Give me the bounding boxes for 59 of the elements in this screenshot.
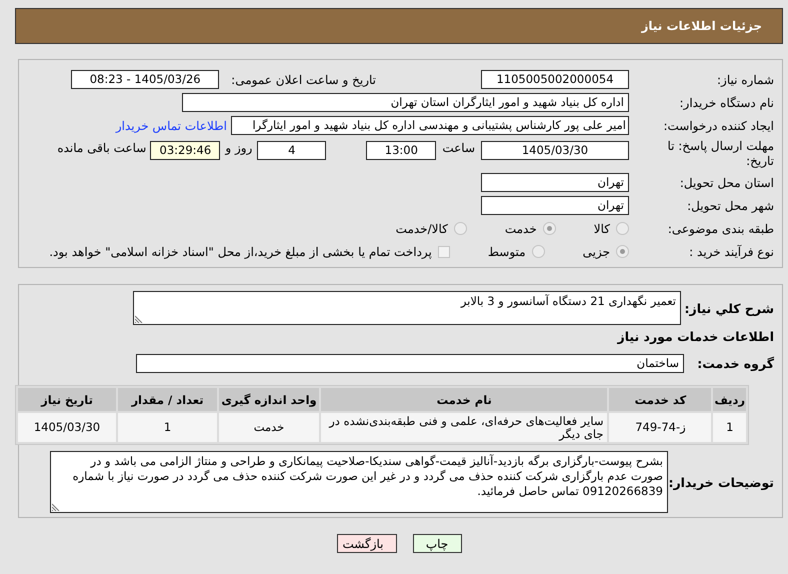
field-label: ساعت باقی مانده	[57, 141, 146, 155]
field-label: تاریخ و ساعت اعلان عمومی:	[231, 72, 376, 86]
resize-grip-icon[interactable]	[135, 315, 143, 323]
days-field: 4	[257, 141, 326, 160]
buyer-notes-textarea[interactable]: بشرح پیوست-بارگزاری برگه بازدید-آنالیز قیمت-گواهی سندیکا-صلاحیت پیمانکاری و طراحی و منتاژ الزامی می باشد و در صورت عدم بارگزاری شرکت کننده حذف می گردد و در غیر این صورت شرکت کننده حذف می گردد در صورت نیاز با شماره 09120266839 تماس حاصل فرمائید.	[50, 451, 668, 513]
description-textarea[interactable]: تعمیر نگهداری 21 دستگاه آسانسور و 3 بالابر	[133, 291, 681, 325]
radio-button[interactable]	[616, 245, 629, 258]
field-label: روز و	[225, 141, 252, 155]
radio-button[interactable]	[616, 222, 629, 235]
field-label: نام دستگاه خریدار:	[678, 96, 774, 110]
field-label: استان محل تحویل:	[678, 176, 774, 190]
buyer-org-field: اداره کل بنیاد شهید و امور ایثارگران استان تهران	[182, 93, 629, 112]
print-button[interactable]: چاپ	[412, 534, 462, 553]
column-header: واحد اندازه گیری	[219, 388, 319, 411]
announce-date-field: 1405/03/26 - 08:23	[71, 70, 220, 89]
table-cell: ز-74-749	[609, 413, 712, 442]
radio-button[interactable]	[542, 222, 556, 235]
service-group-field: ساختمان	[136, 354, 684, 373]
table-cell: 1	[118, 413, 217, 442]
radio-button[interactable]	[532, 245, 545, 258]
radio-label: کالا/خدمت	[396, 222, 448, 236]
column-header: ردیف	[713, 388, 746, 411]
back-button[interactable]: بازگشت	[336, 534, 396, 553]
field-label: شهر محل تحویل:	[686, 198, 774, 212]
field-label: ساعت	[442, 141, 475, 155]
contact-link[interactable]: اطلاعات تماس خریدار	[116, 118, 227, 132]
radio-label: جزیی	[582, 244, 610, 258]
field-label: ایجاد کننده درخواست:	[662, 118, 774, 132]
column-header: تاریخ نیاز	[18, 388, 116, 411]
table-cell: سایر فعالیت‌های حرفه‌ای، علمی و فنی طبقه‌بندی‌نشده در جای دیگر	[321, 413, 608, 442]
table-cell: 1405/03/30	[18, 413, 116, 442]
column-header: نام خدمت	[321, 388, 608, 411]
field-label: طبقه بندی موضوعی:	[666, 222, 774, 236]
section-heading: اطلاعات خدمات مورد نياز	[616, 329, 774, 344]
checkbox[interactable]	[438, 246, 450, 258]
radio-label: کالا	[594, 222, 610, 236]
checkbox-label: پرداخت تمام یا بخشی از مبلغ خرید،از محل "اسناد خزانه اسلامی" خواهد بود.	[49, 244, 432, 258]
column-header: تعداد / مقدار	[118, 388, 217, 411]
page-title: جزئیات اطلاعات نیاز	[641, 19, 762, 33]
column-header: کد خدمت	[609, 388, 712, 411]
field-label: مهلت ارسال پاسخ: تا تاریخ:	[666, 139, 774, 169]
field-label: توضیحات خریدار:	[668, 474, 774, 490]
resize-grip-icon[interactable]	[52, 503, 60, 511]
remaining-time-field: 03:29:46	[150, 141, 220, 160]
need-number-field: 1105005002000054	[481, 70, 629, 89]
radio-button[interactable]	[454, 222, 467, 235]
city-field: تهران	[481, 196, 629, 215]
table-cell: 1	[713, 413, 746, 442]
deadline-date-field: 1405/03/30	[481, 141, 629, 160]
table-cell: خدمت	[219, 413, 319, 442]
field-label: شرح كلي نياز:	[684, 301, 774, 316]
field-label: شماره نیاز:	[716, 72, 774, 86]
requester-field: امیر علی پور کارشناس پشتیبانی و مهندسی اداره کل بنیاد شهید و امور ایثارگرا	[231, 116, 629, 135]
field-label: نوع فرآیند خرید :	[688, 244, 774, 258]
province-field: تهران	[481, 173, 629, 192]
deadline-time-field: 13:00	[366, 141, 436, 160]
radio-label: خدمت	[504, 222, 537, 236]
radio-label: متوسط	[488, 244, 526, 258]
field-label: گروه خدمت:	[696, 356, 774, 371]
